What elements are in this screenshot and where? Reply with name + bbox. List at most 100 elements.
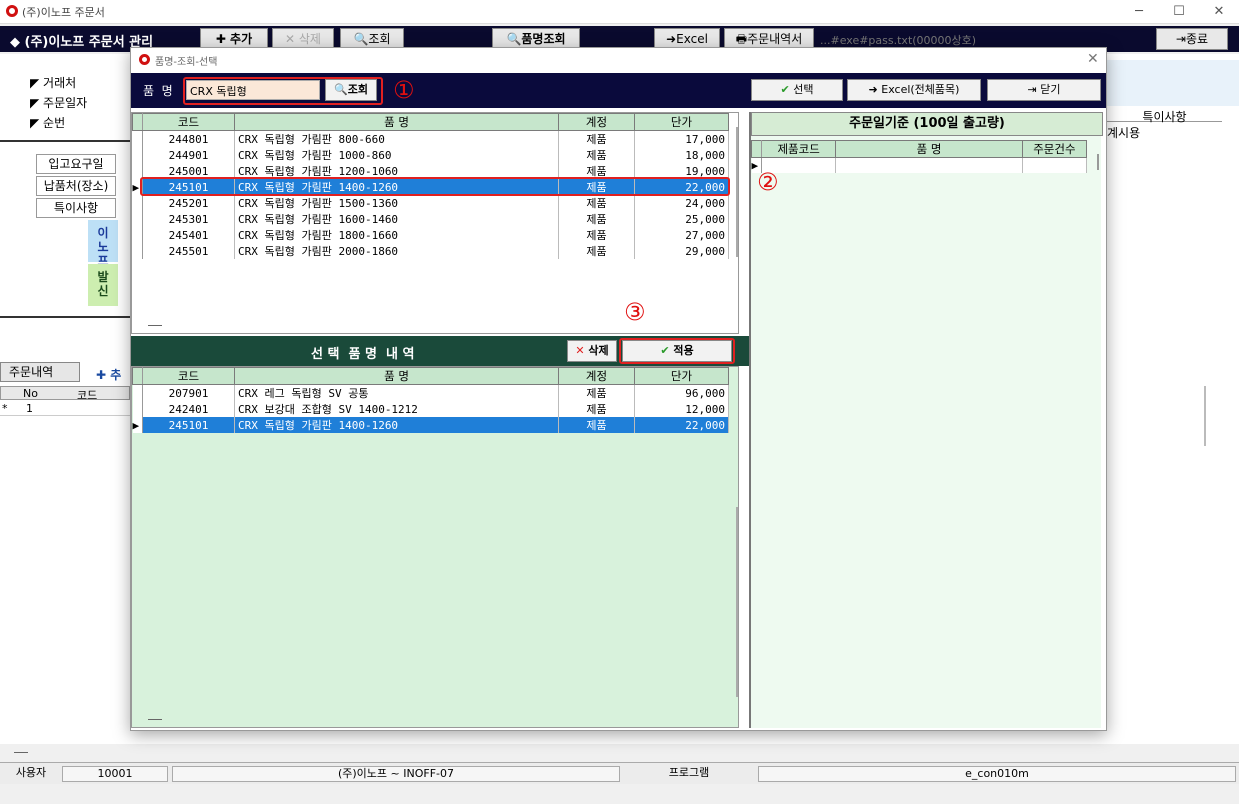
seq-label: ◤ 순번 [30,114,118,132]
grid-minimize-handle[interactable] [148,719,162,720]
table-row[interactable]: * 1 [0,402,130,416]
order-col-code: 코드 [77,389,98,402]
col-code: 코드 [142,113,235,131]
col-code: 코드 [142,367,235,385]
selected-section-bar: 선 택 품 명 내 역 ✕ 삭제 ✔ 적용 [131,336,749,366]
right-remarks-header: 특이사항 [1107,108,1222,124]
order-list-header: No 코드 [0,386,130,402]
search-icon: 🔍 [353,32,369,46]
item-select-dialog: 품명-조회-선택 ✕ 품 명 CRX 독립형 🔍조회 ① ✔ 선택 ➜ Exce… [130,47,1107,731]
excel-all-button[interactable]: ➜ Excel(전체품목) [847,79,981,101]
order-row-no: 1 [26,402,33,415]
close-icon: ✕ [575,344,589,357]
tab-order-list[interactable]: 주문내역 [0,362,80,382]
col-name: 품 명 [234,113,559,131]
exit-button[interactable]: ⇥종료 [1156,28,1228,50]
col-name: 품 명 [234,367,559,385]
search-icon: 🔍 [334,83,348,96]
remove-selected-button[interactable]: ✕ 삭제 [567,340,617,362]
table-row[interactable]: 244801 CRX 독립형 가림판 800-660 제품 17,000 [132,130,729,147]
item-search-input[interactable]: CRX 독립형 [186,80,320,100]
grid-scrollbar[interactable] [736,127,738,257]
table-row[interactable]: 207901 CRX 레그 독립형 SV 공통 제품 96,000 [132,384,729,401]
select-label: 선택 [793,83,814,96]
order-date-label: ◤ 주문일자 [30,94,118,112]
col-price: 단가 [634,113,729,131]
status-user-label: 사용자 [15,766,47,779]
window-titlebar: (주)이노프 주문서 ─ ☐ ✕ [0,0,1239,24]
exit-icon: ⇥ [1027,83,1041,96]
col-product-name: 품 명 [835,140,1023,158]
check-icon: ✔ [780,83,794,96]
grid-indicator-col [132,367,143,385]
app-logo-icon [6,5,18,17]
window-title: (주)이노프 주문서 [22,6,105,19]
remove-label: 삭제 [588,344,609,357]
table-row[interactable]: 245301 CRX 독립형 가림판 1600-1460 제품 25,000 [132,211,729,227]
exit-label: 종료 [1185,32,1209,46]
print-label: 주문내역서 [747,32,803,46]
item-search-label: 품명조회 [521,32,566,46]
grid-minimize-handle[interactable] [148,325,162,326]
order-add-button[interactable]: ✚ 추 [96,366,121,383]
dialog-titlebar: 품명-조회-선택 ✕ [131,48,1106,72]
tag-inop: 이 노 프 [88,220,118,268]
search-icon: 🔍 [506,32,522,46]
table-row[interactable]: 245501 CRX 독립형 가림판 2000-1860 제품 29,000 [132,243,729,259]
tag-send: 발 신 [88,264,118,306]
close-label: 닫기 [1040,83,1061,96]
marker-3: ③ [624,298,646,326]
table-row[interactable]: ▶ [751,157,1088,174]
order-col-no: No [23,387,38,400]
selected-section-title: 선 택 품 명 내 역 [311,347,415,362]
remarks-label: 특이사항 [36,198,116,218]
dialog-title: 품명-조회-선택 [155,57,218,68]
col-order-count: 주문건수 [1021,140,1088,158]
selected-row-highlight-box [140,177,730,196]
exit-icon: ⇥ [1175,32,1186,46]
col-product-code: 제품코드 [761,140,837,158]
col-type: 계정 [558,367,635,385]
grid-scrollbar[interactable] [736,507,738,697]
receive-date-label: 입고요구일 [36,154,116,174]
dialog-search-label: 조회 [347,83,368,96]
excel-all-label: Excel(전체품목) [881,83,960,96]
right-remarks-value: 계시용 [1107,126,1141,140]
status-program-label: 프로그램 [668,766,710,779]
minimize-button[interactable]: ─ [1124,2,1154,22]
maximize-button[interactable]: ☐ [1164,2,1194,22]
grid-scrollbar[interactable] [1097,154,1099,170]
dialog-close-icon[interactable]: ✕ [1087,51,1099,67]
excel-label: Excel [676,32,708,46]
table-row[interactable]: 245401 CRX 독립형 가림판 1800-1660 제품 27,000 [132,227,729,243]
grid-indicator-col [132,113,143,131]
check-icon: ✔ [660,344,674,357]
status-company: (주)이노프 ~ INOFF-07 [172,766,620,782]
recent-orders-table: 제품코드 품 명 주문건수 ▶ [750,140,1088,174]
table-row[interactable]: 242401 CRX 보강대 조합형 SV 1400-1212 제품 12,000 [132,401,729,417]
table-row[interactable]: 244901 CRX 독립형 가림판 1000-860 제품 18,000 [132,147,729,163]
apply-button[interactable]: ✔ 적용 [622,340,732,362]
marker-2: ② [757,168,779,196]
select-button[interactable]: ✔ 선택 [751,79,843,101]
client-label: ◤ 거래처 [30,74,118,92]
table-row[interactable]: 245201 CRX 독립형 가림판 1500-1360 제품 24,000 [132,195,729,211]
apply-label: 적용 [673,344,694,357]
recent-orders-title: 주문일기준 (100일 출고량) [751,112,1103,136]
close-window-button[interactable]: ✕ [1204,2,1234,22]
table-row-selected[interactable]: ▶ 245101 CRX 독립형 가림판 1400-1260 제품 22,000 [132,417,729,433]
selected-items-table: 코드 품 명 계정 단가 207901 CRX 레그 독립형 SV 공통 제품 96,… [132,367,729,433]
status-program-id: e_con010m [758,766,1236,782]
dialog-search-button[interactable]: 🔍조회 [325,79,377,101]
selected-items-grid: 코드 품 명 계정 단가 207901 CRX 레그 독립형 SV 공통 제품 96,… [131,366,739,728]
printer-icon: 🖶 [735,32,748,46]
col-type: 계정 [558,113,635,131]
main-minimize-handle[interactable] [14,752,28,753]
status-bar: 사용자 10001 (주)이노프 ~ INOFF-07 프로그램 e_con01… [0,762,1239,784]
status-user-id: 10001 [62,766,168,782]
marker-1: ① [393,76,415,104]
search-button-label: 조회 [368,32,391,46]
search-result-grid: 코드 품 명 계정 단가 244801 CRX 독립형 가림판 800-660 제품… [131,112,739,334]
dialog-close-button[interactable]: ⇥ 닫기 [987,79,1101,101]
dialog-logo-icon [139,54,150,65]
